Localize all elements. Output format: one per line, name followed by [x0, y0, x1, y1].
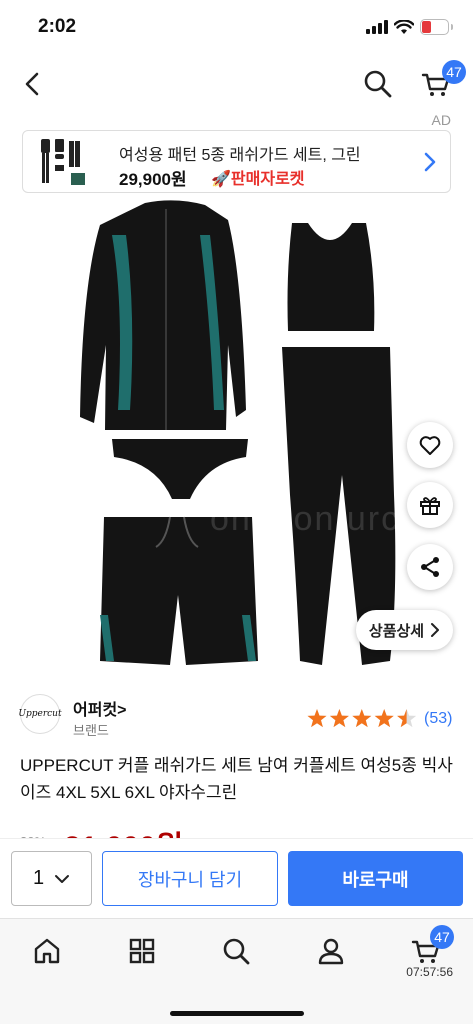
chevron-right-icon — [431, 623, 440, 637]
rating-count[interactable]: (53) — [424, 710, 452, 728]
battery-icon: 9 — [420, 19, 449, 35]
rating-star — [374, 709, 394, 728]
add-to-cart-button[interactable]: 장바구니 담기 — [102, 851, 278, 906]
ad-rocket-label: 🚀판매자로켓 — [211, 171, 305, 188]
ad-label: AD — [431, 112, 451, 128]
quantity-value: 1 — [32, 867, 45, 889]
sports-bra-illustration — [287, 223, 375, 331]
ad-thumbnail — [41, 139, 85, 185]
ad-banner[interactable]: 여성용 패턴 5종 래쉬가드 세트, 그린 29,900원 🚀판매자로켓 — [22, 130, 451, 193]
chevron-down-icon — [55, 874, 70, 883]
bikini-bottom-illustration — [112, 439, 248, 499]
gift-icon — [420, 497, 440, 515]
header: 47 — [0, 58, 473, 110]
back-button[interactable] — [18, 68, 50, 100]
search-icon — [364, 70, 392, 98]
rating-star — [352, 709, 372, 728]
cart-button[interactable]: 47 — [420, 60, 466, 100]
profile-icon[interactable] — [315, 935, 347, 967]
product-title: UPPERCUT 커플 래쉬가드 세트 남여 커플세트 여성5종 빅사이즈 4X… — [20, 756, 453, 802]
home-icon[interactable] — [31, 935, 63, 967]
status-icons: 9 — [366, 19, 453, 35]
product-detail-button[interactable]: 상품상세 — [356, 610, 453, 650]
brand-label: 브랜드 — [73, 723, 109, 738]
battery-level: 9 — [431, 21, 438, 33]
brand-logo[interactable]: Uppercut — [18, 694, 62, 734]
heart-icon — [419, 436, 441, 455]
status-time: 2:02 — [38, 16, 77, 37]
product-page: 2:02 9 47 AD 여성용 패턴 5종 래쉬가드 세트, 그린 29,90… — [0, 0, 473, 1024]
bottom-navigation: 47 07:57:56 — [0, 918, 473, 1024]
wishlist-button[interactable] — [407, 422, 453, 468]
product-detail-label: 상품상세 — [368, 622, 425, 640]
search-icon[interactable] — [220, 935, 252, 967]
board-shorts-illustration — [100, 516, 258, 665]
quantity-select[interactable]: 1 — [11, 851, 92, 906]
brand-logo-text: Uppercut — [18, 709, 62, 719]
rating[interactable]: (53) — [306, 708, 452, 730]
cart-count-badge: 47 — [442, 60, 466, 84]
home-indicator — [170, 1011, 304, 1016]
status-bar: 2:02 9 — [0, 0, 473, 58]
nav-cart-count-badge: 47 — [430, 925, 454, 949]
gift-button[interactable] — [407, 482, 453, 528]
image-watermark: ongoon urc — [210, 500, 401, 538]
wifi-icon — [394, 19, 414, 34]
search-button[interactable] — [362, 68, 394, 100]
rating-star — [307, 709, 327, 728]
signal-icon — [366, 20, 388, 34]
share-button[interactable] — [407, 544, 453, 590]
ad-title: 여성용 패턴 5종 래쉬가드 세트, 그린 — [119, 147, 361, 164]
share-icon — [421, 557, 439, 577]
product-image[interactable] — [60, 195, 420, 675]
back-arrow-icon — [25, 72, 39, 96]
jacket-illustration — [80, 200, 246, 430]
rating-star — [329, 709, 349, 728]
categories-icon[interactable] — [126, 935, 158, 967]
chevron-right-icon — [424, 152, 436, 172]
purchase-bar: 1 장바구니 담기 바로구매 — [0, 838, 473, 918]
rating-star — [397, 709, 417, 728]
nav-clock: 07:57:56 — [406, 965, 453, 979]
ad-price: 29,900원 — [119, 170, 187, 189]
rating-stars — [307, 709, 417, 728]
buy-now-button[interactable]: 바로구매 — [288, 851, 463, 906]
brand-name-link[interactable]: 어퍼컷> — [73, 696, 127, 720]
